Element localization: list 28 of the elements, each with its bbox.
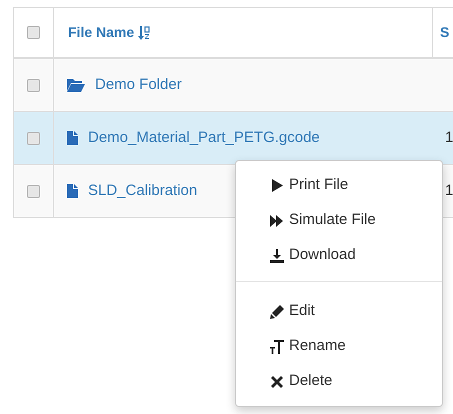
delete-icon <box>271 376 283 388</box>
table-cell-text: 1 <box>445 128 453 148</box>
checkbox[interactable] <box>27 26 40 39</box>
file-link[interactable]: SLD_Calibration <box>88 180 198 202</box>
checkbox[interactable] <box>27 184 40 198</box>
file-icon <box>67 184 78 198</box>
menu-item[interactable]: Rename <box>236 329 442 364</box>
table-row[interactable]: Demo_Material_Part_PETG.gcode 1 <box>14 112 453 165</box>
checkbox[interactable] <box>27 132 40 144</box>
file-icon <box>67 131 78 145</box>
column-header[interactable]: S <box>440 22 450 43</box>
download-icon <box>270 248 284 262</box>
file-link[interactable]: Demo Folder <box>95 74 182 96</box>
menu-item[interactable]: Print File <box>236 168 442 203</box>
column-header[interactable]: File Name <box>68 22 134 43</box>
fast-forward-icon <box>270 214 284 226</box>
menu-item[interactable]: Download <box>236 238 442 273</box>
menu-item[interactable]: Edit <box>236 294 442 329</box>
text-height-icon <box>270 338 284 354</box>
play-icon <box>271 179 283 192</box>
menu-item[interactable]: Delete <box>236 364 442 399</box>
table-cell-text: 1 <box>445 180 453 201</box>
sort-icon[interactable] <box>138 26 150 40</box>
folder-icon <box>67 78 85 92</box>
pencil-icon <box>270 304 284 318</box>
table-row[interactable]: Demo Folder <box>14 59 453 112</box>
checkbox[interactable] <box>27 78 40 92</box>
file-link[interactable]: Demo_Material_Part_PETG.gcode <box>88 126 320 150</box>
